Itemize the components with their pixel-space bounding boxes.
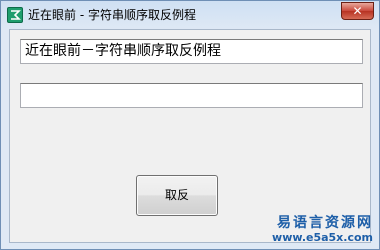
reverse-button[interactable]: 取反 bbox=[136, 175, 218, 216]
app-icon bbox=[7, 7, 23, 23]
source-text-input[interactable]: 近在眼前－字符串顺序取反例程 bbox=[20, 39, 363, 64]
close-button[interactable]: ✕ bbox=[341, 2, 374, 20]
app-window: 近在眼前 - 字符串顺序取反例程 ✕ 近在眼前－字符串顺序取反例程 取反 易语言… bbox=[0, 0, 380, 250]
result-text-input[interactable] bbox=[20, 83, 363, 108]
window-title: 近在眼前 - 字符串顺序取反例程 bbox=[28, 8, 196, 22]
site-watermark: 易语言资源网 www.e5a5x.com bbox=[272, 215, 373, 245]
client-area: 近在眼前－字符串顺序取反例程 取反 bbox=[9, 29, 371, 243]
watermark-site-name: 易语言资源网 bbox=[277, 215, 373, 231]
title-bar[interactable]: 近在眼前 - 字符串顺序取反例程 ✕ bbox=[1, 1, 379, 29]
watermark-site-url: www.e5a5x.com bbox=[272, 231, 373, 244]
